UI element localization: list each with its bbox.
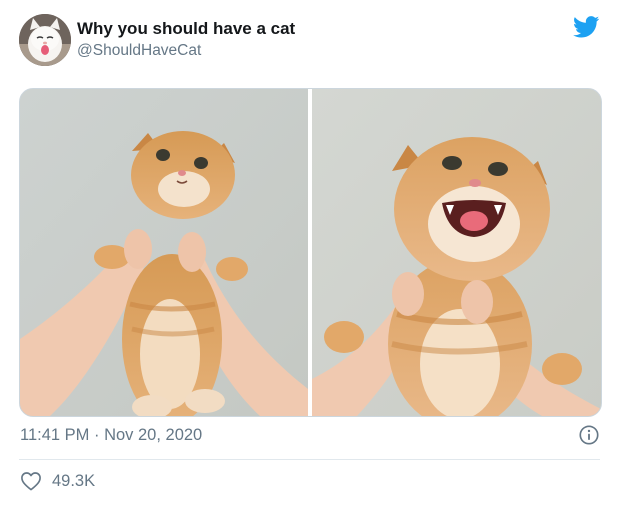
display-name[interactable]: Why you should have a cat bbox=[77, 18, 295, 40]
heart-icon[interactable] bbox=[20, 471, 42, 491]
tweet-card: Why you should have a cat @ShouldHaveCat bbox=[0, 0, 620, 506]
tweet-timestamp[interactable]: 11:41 PM · Nov 20, 2020 bbox=[20, 424, 202, 446]
info-icon[interactable] bbox=[578, 424, 600, 446]
twitter-bird-icon[interactable] bbox=[573, 16, 600, 38]
media-grid[interactable] bbox=[19, 88, 602, 417]
avatar-image bbox=[19, 14, 71, 66]
handle[interactable]: @ShouldHaveCat bbox=[77, 40, 295, 61]
author-block[interactable]: Why you should have a cat @ShouldHaveCat bbox=[77, 18, 295, 61]
photo-smiling-cat[interactable] bbox=[312, 89, 601, 416]
photo-calm-cat[interactable] bbox=[20, 89, 308, 416]
divider bbox=[19, 459, 600, 460]
like-action[interactable]: 49.3K bbox=[20, 470, 95, 492]
like-count: 49.3K bbox=[52, 471, 96, 490]
avatar[interactable] bbox=[19, 14, 71, 66]
